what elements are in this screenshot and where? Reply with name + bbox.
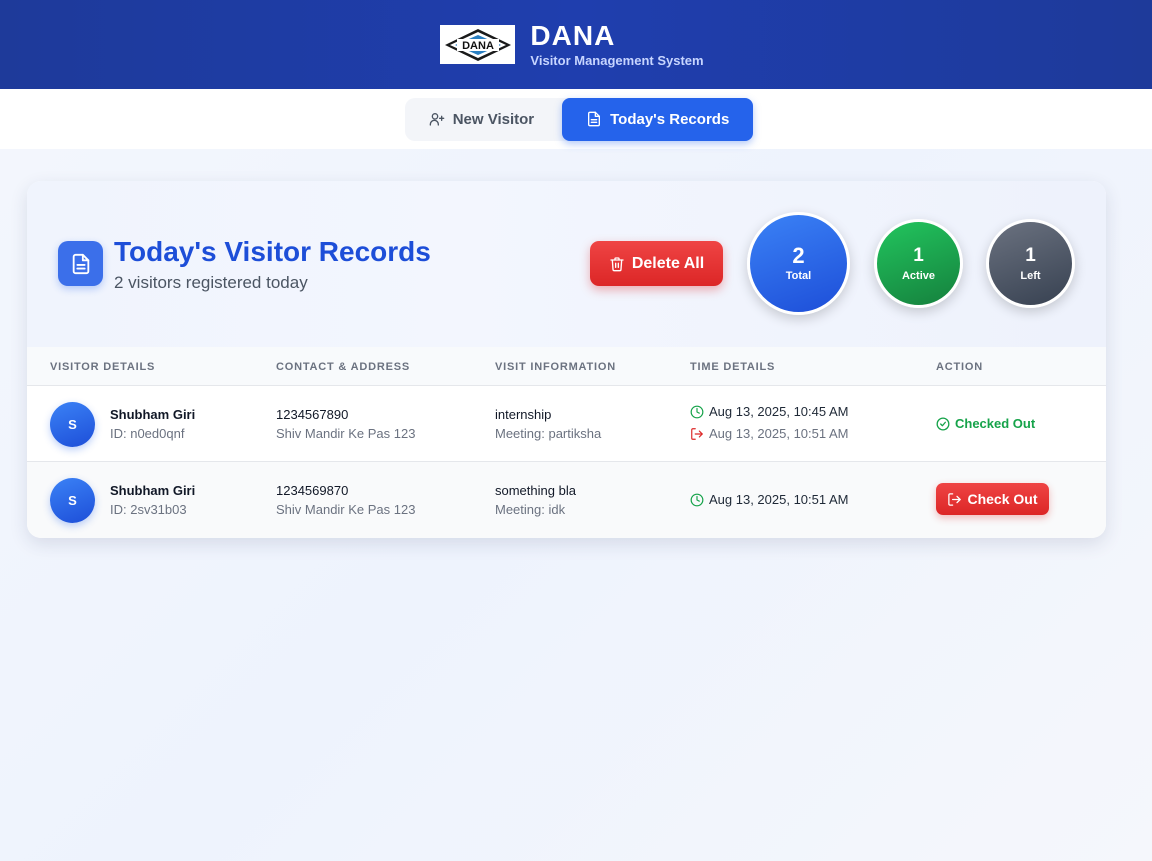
visitor-address: Shiv Mandir Ke Pas 123 — [276, 426, 416, 441]
app-title: DANA — [530, 20, 616, 51]
document-icon — [58, 241, 103, 286]
column-header: CONTACT & ADDRESS — [276, 361, 410, 373]
stat-left-label: Left — [1020, 270, 1041, 282]
records-header: Today's Visitor Records 2 visitors regis… — [27, 181, 1106, 347]
visitor-address: Shiv Mandir Ke Pas 123 — [276, 502, 416, 517]
stat-left-value: 1 — [1025, 245, 1036, 266]
stat-left: 1 Left — [986, 219, 1075, 308]
tab-new-visitor[interactable]: New Visitor — [405, 98, 558, 141]
stat-total-value: 2 — [792, 243, 805, 268]
visitor-id: ID: n0ed0qnf — [110, 426, 185, 441]
column-header: TIME DETAILS — [690, 361, 776, 373]
app-subtitle: Visitor Management System — [530, 53, 704, 68]
logout-icon — [691, 427, 703, 440]
visit-meeting: Meeting: partiksha — [495, 426, 602, 441]
svg-text:DANA: DANA — [462, 40, 494, 52]
delete-all-button[interactable]: Delete All — [590, 241, 723, 286]
visitor-phone: 1234567890 — [276, 407, 349, 422]
brand: DANA DANA Visitor Management System — [440, 20, 704, 68]
avatar: S — [50, 402, 95, 447]
time-in-text: Aug 13, 2025, 10:45 AM — [709, 404, 849, 419]
stat-total-label: Total — [785, 270, 812, 282]
user-plus-icon — [429, 113, 445, 126]
logout-icon — [948, 492, 962, 506]
visitor-name: Shubham Giri — [110, 407, 196, 422]
visitor-id: ID: 2sv31b03 — [110, 502, 187, 517]
check-circle-icon — [936, 417, 950, 430]
clock-icon — [690, 405, 704, 418]
time-in: Aug 13, 2025, 10:45 AM — [690, 404, 849, 419]
table-row: S Shubham Giri ID: 2sv31b03 1234569870 S… — [27, 462, 1106, 538]
checked-out-status: Checked Out — [936, 416, 1035, 431]
records-card: Today's Visitor Records 2 visitors regis… — [27, 181, 1106, 538]
time-out-text: Aug 13, 2025, 10:51 AM — [709, 426, 849, 441]
avatar: S — [50, 478, 95, 523]
tab-todays-records[interactable]: Today's Records — [562, 97, 754, 141]
app-header: DANA DANA Visitor Management System — [0, 0, 1152, 89]
stat-active-label: Active — [901, 270, 936, 282]
trash-icon — [610, 256, 624, 271]
company-logo: DANA — [440, 25, 516, 64]
visit-purpose: internship — [495, 407, 552, 422]
page-title: Today's Visitor Records — [114, 236, 431, 267]
time-in-text: Aug 13, 2025, 10:51 AM — [709, 492, 849, 507]
check-out-button[interactable]: Check Out — [936, 483, 1049, 515]
visitor-count-text: 2 visitors registered today — [114, 273, 308, 292]
stat-active-value: 1 — [913, 245, 924, 266]
stat-active: 1 Active — [874, 219, 963, 308]
check-out-label: Check Out — [967, 491, 1038, 507]
tab-group: New Visitor Today's Records — [404, 97, 754, 141]
visitor-name: Shubham Giri — [110, 483, 196, 498]
document-icon — [588, 111, 601, 127]
table-row: S Shubham Giri ID: n0ed0qnf 1234567890 S… — [27, 386, 1106, 462]
status-label: Checked Out — [955, 416, 1036, 431]
time-out: Aug 13, 2025, 10:51 AM — [690, 426, 849, 441]
tab-label: New Visitor — [452, 110, 535, 128]
time-in: Aug 13, 2025, 10:51 AM — [690, 492, 849, 507]
visit-purpose: something bla — [495, 483, 576, 498]
dana-logo-icon: DANA — [444, 28, 511, 61]
clock-icon — [690, 493, 704, 506]
column-header: VISIT INFORMATION — [495, 361, 616, 373]
stat-total: 2 Total — [747, 212, 850, 315]
visit-meeting: Meeting: idk — [495, 502, 566, 517]
column-header: ACTION — [936, 361, 983, 373]
delete-all-label: Delete All — [631, 254, 705, 272]
table-header: VISITOR DETAILS CONTACT & ADDRESS VISIT … — [27, 347, 1106, 386]
tab-bar: New Visitor Today's Records — [0, 89, 1152, 149]
visitor-phone: 1234569870 — [276, 483, 349, 498]
column-header: VISITOR DETAILS — [50, 361, 156, 373]
tab-label: Today's Records — [610, 110, 730, 128]
